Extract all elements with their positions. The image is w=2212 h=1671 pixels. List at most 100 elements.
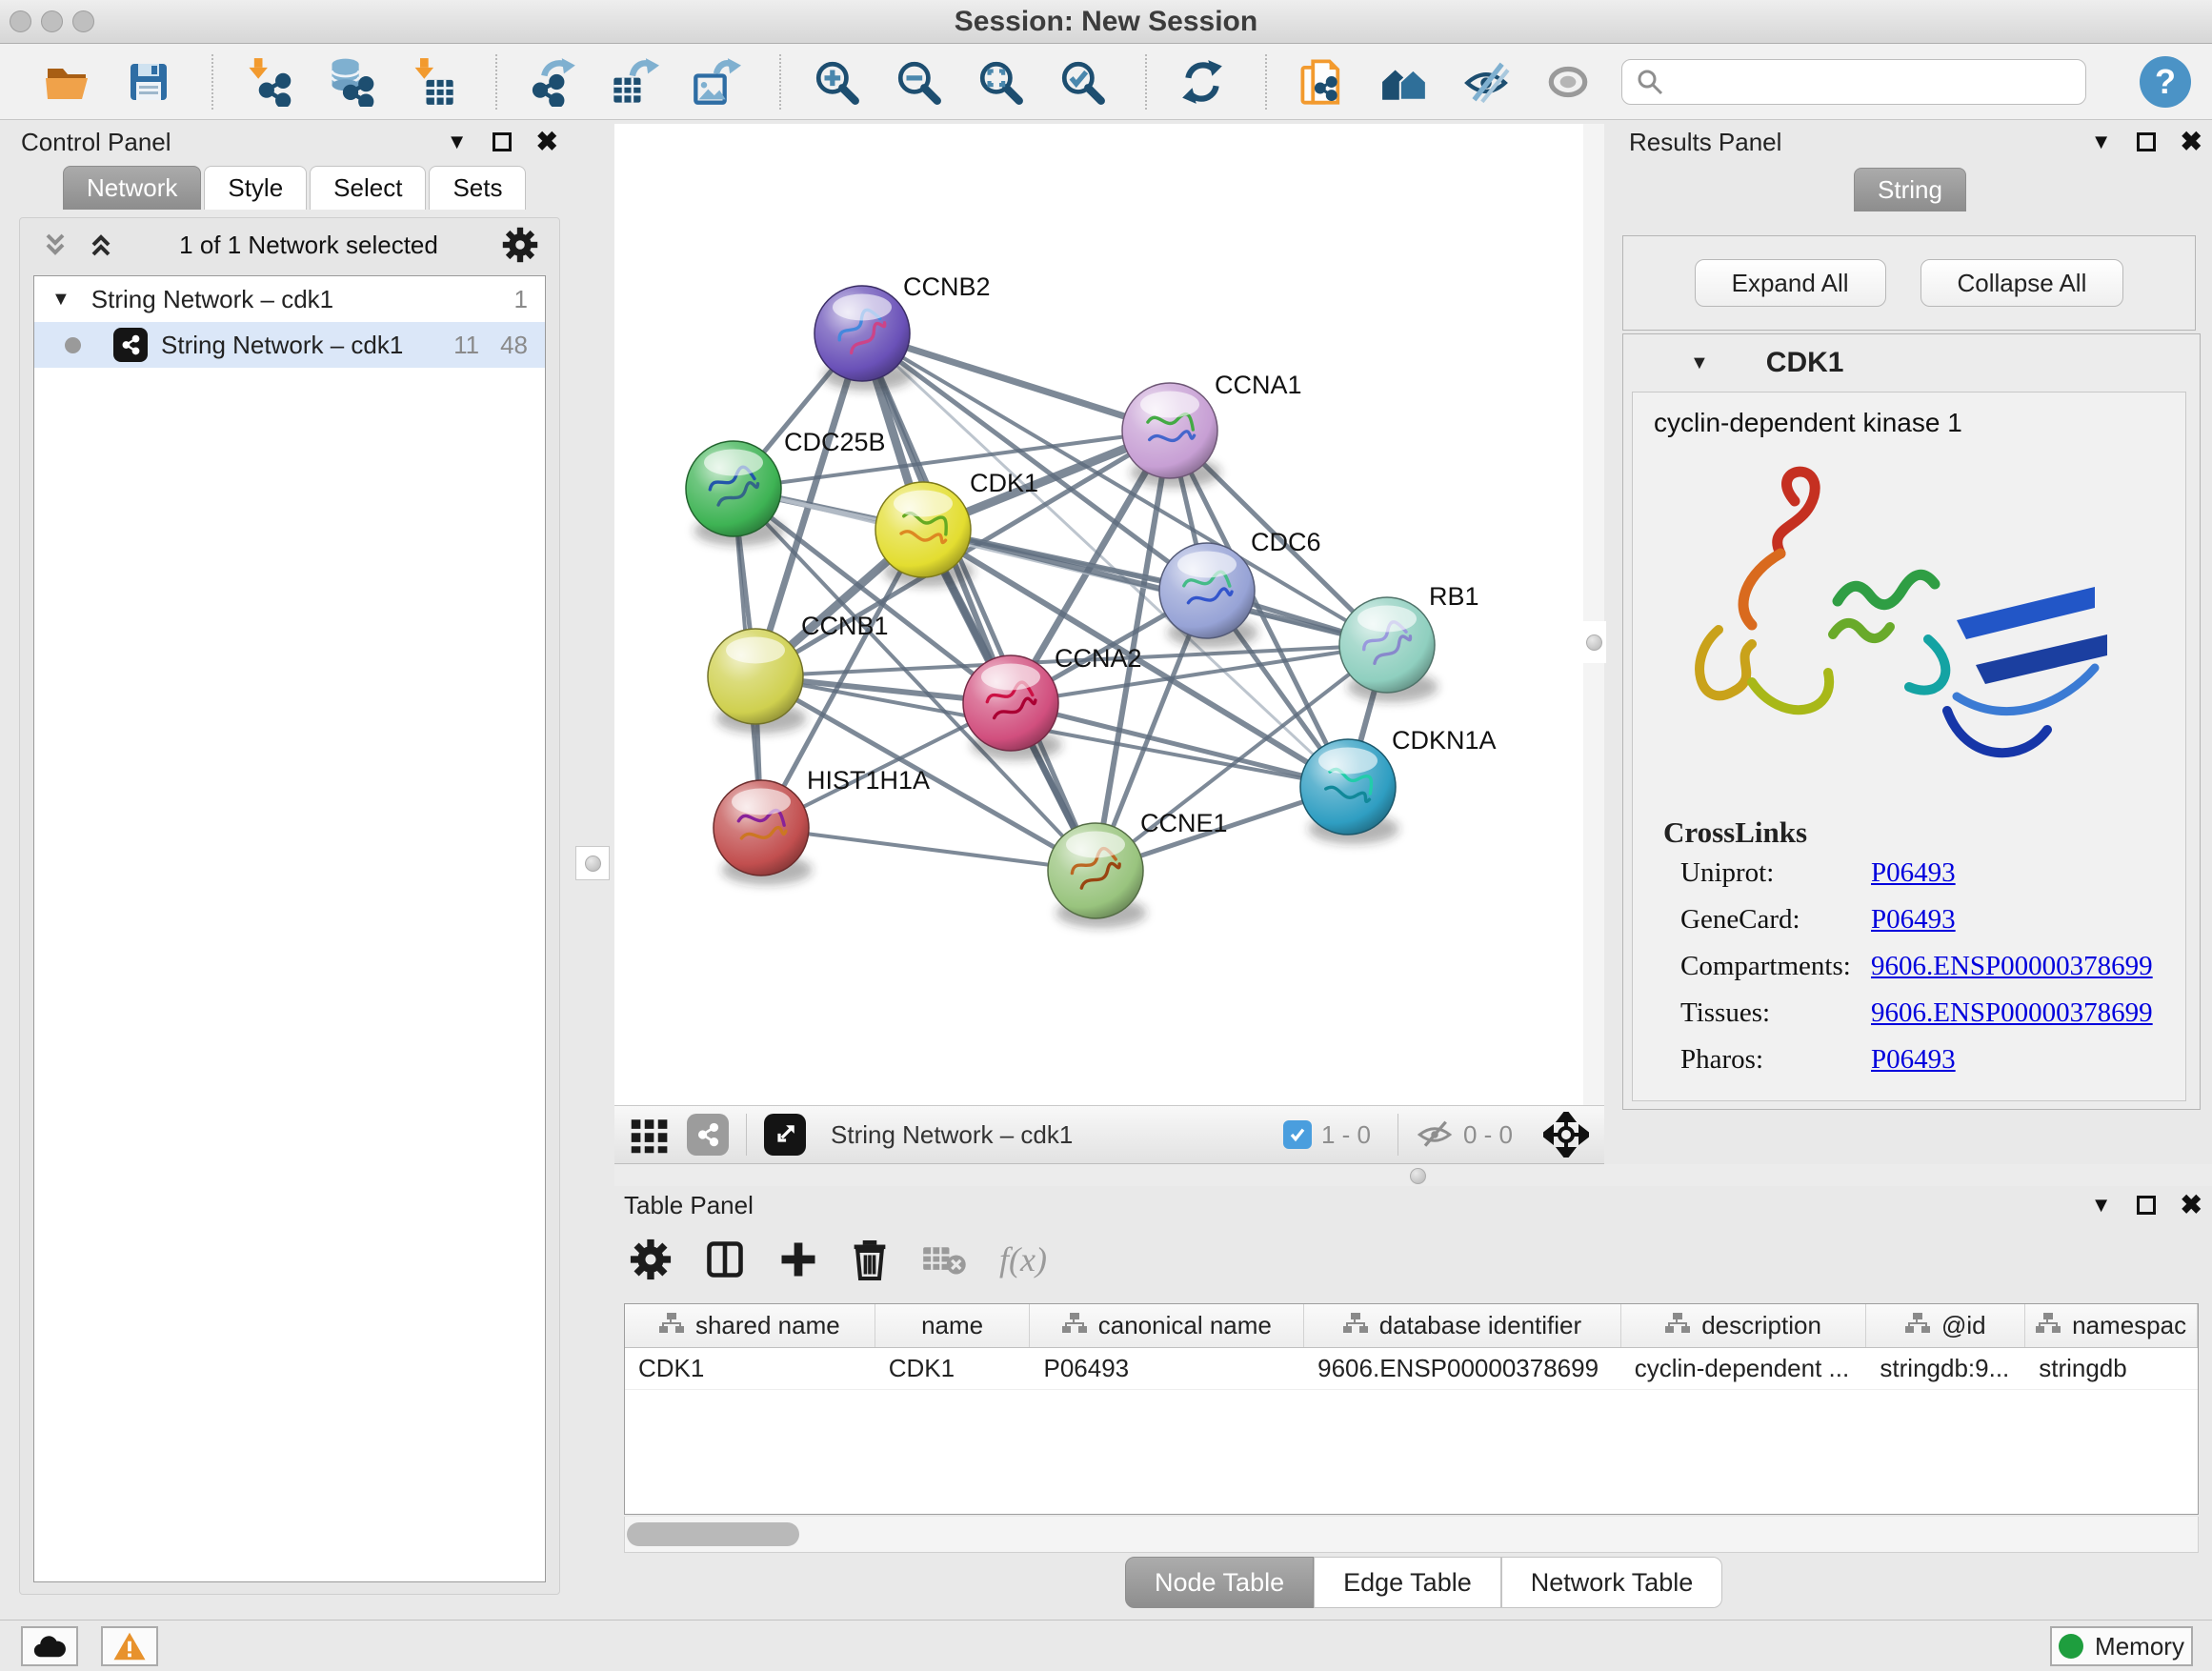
column-header-name[interactable]: name <box>875 1304 1031 1347</box>
collection-expand-icon[interactable]: ▼ <box>51 289 70 311</box>
tab-edge-table[interactable]: Edge Table <box>1314 1557 1501 1608</box>
table-horizontal-scrollbar[interactable] <box>624 1517 2199 1553</box>
search-field[interactable] <box>1621 59 2086 105</box>
collapse-all-icon[interactable] <box>41 231 70 259</box>
expand-all-button[interactable]: Expand All <box>1695 259 1886 307</box>
table-cell[interactable]: CDK1 <box>625 1348 875 1389</box>
crosslink-link[interactable]: P06493 <box>1871 904 1956 936</box>
node-label-CDC6: CDC6 <box>1251 528 1321 556</box>
scrollbar-thumb[interactable] <box>627 1522 799 1546</box>
float-panel-icon[interactable] <box>493 132 512 151</box>
table-cell[interactable]: stringdb <box>2025 1348 2198 1389</box>
right-splitter[interactable] <box>1583 124 1604 1105</box>
left-splitter-handle[interactable] <box>575 846 610 880</box>
table-cell[interactable]: cyclin-dependent ... <box>1621 1348 1867 1389</box>
import-network-file-button[interactable] <box>240 51 297 112</box>
expand-all-icon[interactable] <box>87 231 115 259</box>
export-image-button[interactable] <box>688 51 745 112</box>
close-panel-icon[interactable]: ✖ <box>2181 129 2202 155</box>
column-header-namespac[interactable]: namespac <box>2025 1304 2198 1347</box>
collapse-all-button[interactable]: Collapse All <box>1920 259 2124 307</box>
panel-menu-icon[interactable]: ▼ <box>447 131 468 152</box>
table-cell[interactable]: P06493 <box>1031 1348 1305 1389</box>
tab-network-table[interactable]: Network Table <box>1501 1557 1723 1608</box>
node-RB1[interactable]: RB1 <box>1339 582 1479 702</box>
hide-details-button[interactable] <box>1458 51 1515 112</box>
refresh-button[interactable] <box>1174 51 1231 112</box>
panel-menu-icon[interactable]: ▼ <box>2091 131 2112 152</box>
zoom-in-button[interactable] <box>808 51 865 112</box>
export-table-button[interactable] <box>606 51 663 112</box>
table-row[interactable]: CDK1CDK1P064939606.ENSP00000378699cyclin… <box>625 1348 2198 1390</box>
node-HIST1H1A[interactable]: HIST1H1A <box>714 766 930 885</box>
tab-sets[interactable]: Sets <box>429 166 526 210</box>
network-label: String Network – cdk1 <box>161 331 403 360</box>
selected-checkbox-icon[interactable] <box>1283 1120 1312 1149</box>
column-header-database-identifier[interactable]: database identifier <box>1304 1304 1621 1347</box>
open-in-window-icon[interactable] <box>764 1114 806 1156</box>
column-header-shared-name[interactable]: shared name <box>625 1304 875 1347</box>
network-share-view-icon[interactable] <box>687 1114 729 1156</box>
tab-select[interactable]: Select <box>310 166 426 210</box>
cloud-status-button[interactable] <box>21 1626 78 1666</box>
column-label: @id <box>1941 1311 1986 1340</box>
crosslink-link[interactable]: 9606.ENSP00000378699 <box>1871 997 2153 1029</box>
home-button[interactable] <box>1376 51 1433 112</box>
float-panel-icon[interactable] <box>2137 132 2156 151</box>
copy-network-button[interactable] <box>1294 51 1351 112</box>
export-network-button[interactable] <box>524 51 581 112</box>
open-session-button[interactable] <box>38 51 95 112</box>
import-network-database-button[interactable] <box>322 51 379 112</box>
table-cell[interactable]: stringdb:9... <box>1866 1348 2025 1389</box>
column-header-description[interactable]: description <box>1621 1304 1867 1347</box>
show-details-button[interactable] <box>1539 51 1597 112</box>
crosslink-link[interactable]: P06493 <box>1871 857 1956 889</box>
network-row[interactable]: String Network – cdk1 11 48 <box>34 322 545 368</box>
zoom-fit-button[interactable] <box>972 51 1029 112</box>
add-column-plus-icon[interactable] <box>778 1239 818 1279</box>
zoom-out-button[interactable] <box>890 51 947 112</box>
delete-trash-icon[interactable] <box>851 1238 889 1280</box>
tab-string[interactable]: String <box>1854 168 1966 211</box>
float-panel-icon[interactable] <box>2137 1196 2156 1215</box>
network-collection-row[interactable]: ▼ String Network – cdk1 1 <box>34 276 545 322</box>
warnings-button[interactable] <box>101 1626 158 1666</box>
panel-menu-icon[interactable]: ▼ <box>2091 1195 2112 1216</box>
table-cell[interactable]: 9606.ENSP00000378699 <box>1304 1348 1621 1389</box>
right-splitter-handle[interactable] <box>1581 621 1606 663</box>
tab-style[interactable]: Style <box>204 166 307 210</box>
horizontal-splitter-handle[interactable] <box>1410 1168 1426 1184</box>
close-panel-icon[interactable]: ✖ <box>2181 1192 2202 1218</box>
tab-network[interactable]: Network <box>63 166 201 210</box>
tab-node-table[interactable]: Node Table <box>1125 1557 1314 1608</box>
gene-collapse-icon[interactable]: ▼ <box>1690 352 1709 374</box>
show-columns-icon[interactable] <box>704 1238 746 1280</box>
help-button[interactable]: ? <box>2140 56 2191 108</box>
column-header--id[interactable]: @id <box>1866 1304 2025 1347</box>
node-CDKN1A[interactable]: CDKN1A <box>1300 726 1497 844</box>
gear-icon[interactable] <box>502 227 538 263</box>
column-header-canonical-name[interactable]: canonical name <box>1030 1304 1304 1347</box>
save-session-button[interactable] <box>120 51 177 112</box>
table-settings-gear-icon[interactable] <box>630 1238 672 1280</box>
network-canvas[interactable]: CCNB2CCNA1CDC25BCDK1CDC6RB1CCNB1CCNA2CDK… <box>614 124 1583 1105</box>
node-CDK1[interactable]: CDK1 <box>875 469 1038 587</box>
table-cell[interactable]: CDK1 <box>875 1348 1031 1389</box>
birds-eye-navigator-icon[interactable] <box>1543 1112 1589 1158</box>
gene-section-header[interactable]: ▼ CDK1 <box>1623 334 2200 392</box>
zoom-fit-icon <box>976 58 1024 106</box>
node-CDC6[interactable]: CDC6 <box>1159 528 1321 648</box>
memory-status-dot <box>2059 1634 2083 1659</box>
node-CCNA1[interactable]: CCNA1 <box>1122 371 1302 488</box>
import-table-button[interactable] <box>404 51 461 112</box>
crosslink-link[interactable]: P06493 <box>1871 1044 1956 1076</box>
zoom-selected-button[interactable] <box>1054 51 1111 112</box>
crosslink-link[interactable]: 9606.ENSP00000378699 <box>1871 951 2153 982</box>
node-CCNB2[interactable]: CCNB2 <box>814 272 991 391</box>
node-table[interactable]: shared namenamecanonical namedatabase id… <box>624 1303 2199 1515</box>
close-panel-icon[interactable]: ✖ <box>536 129 558 155</box>
memory-button[interactable]: Memory <box>2050 1626 2193 1666</box>
grid-view-icon[interactable] <box>630 1115 670 1155</box>
network-selection-status: 1 of 1 Network selected <box>115 231 502 260</box>
search-input[interactable] <box>1674 67 2072 96</box>
